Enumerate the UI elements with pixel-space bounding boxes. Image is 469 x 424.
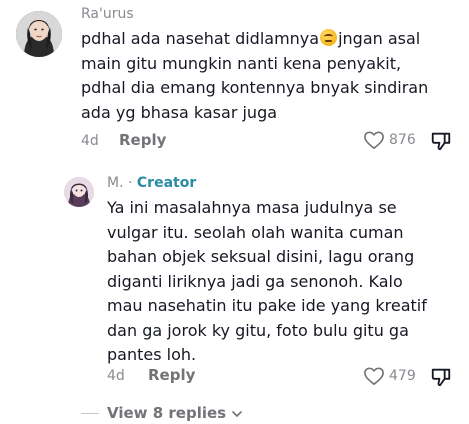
reply-button[interactable]: Reply bbox=[119, 131, 166, 149]
view-replies-button[interactable]: View 8 replies bbox=[107, 404, 243, 422]
avatar[interactable] bbox=[64, 177, 94, 207]
comment-line: dan ga jorok ky gitu, foto bulu gitu ga bbox=[107, 320, 409, 340]
comment-line: bahan objek seksual disini, lagu orang bbox=[107, 247, 415, 266]
comment-line: main gitu mungkin nanti kena penyakit, bbox=[81, 53, 402, 73]
like-count: 479 bbox=[389, 368, 416, 384]
comment-author[interactable]: Ra'urus bbox=[81, 6, 134, 22]
avatar[interactable] bbox=[16, 11, 62, 57]
comment-line: Ya ini masalahnya masa judulnya se bbox=[107, 198, 397, 217]
comment-line: vulgar itu. seolah olah wanita cuman bbox=[107, 222, 404, 242]
chevron-down-icon bbox=[232, 410, 243, 417]
comment-date: 4d bbox=[107, 368, 125, 384]
heart-icon[interactable] bbox=[363, 366, 385, 386]
comment-line: pdhal dia emang kontennya bnyak sindiran bbox=[81, 78, 429, 97]
comment-line: ada yg bhasa kasar juga bbox=[81, 102, 278, 122]
heart-icon[interactable] bbox=[363, 130, 385, 150]
comment-date: 4d bbox=[81, 133, 99, 149]
comment-line: pantes loh. bbox=[107, 345, 197, 364]
comment-text: pdhal ada nasehat didlamnya jngan asal mai… bbox=[81, 27, 428, 125]
comment-author[interactable]: M. · Creator bbox=[107, 175, 196, 191]
author-name: M. bbox=[107, 175, 124, 191]
dislike-icon[interactable] bbox=[430, 130, 452, 152]
view-replies-label: View 8 replies bbox=[107, 404, 227, 422]
emoji-icon bbox=[320, 29, 338, 46]
replies-divider bbox=[81, 413, 99, 414]
creator-badge: Creator bbox=[136, 175, 197, 191]
comment-line: jngan asal bbox=[338, 29, 421, 48]
author-separator: · bbox=[123, 175, 137, 191]
like-count: 876 bbox=[389, 132, 416, 148]
comment-line: pdhal ada nasehat didlamnya bbox=[81, 29, 320, 48]
comment-text: Ya ini masalahnya masa judulnya se vulgar… bbox=[107, 196, 427, 368]
dislike-icon[interactable] bbox=[430, 366, 452, 388]
comment-line: mau nasehatin itu pake ide yang kreatif bbox=[107, 296, 427, 315]
comment-line: diganti liriknya jadi ga senonoh. Kalo bbox=[107, 271, 403, 291]
reply-button[interactable]: Reply bbox=[148, 366, 195, 384]
